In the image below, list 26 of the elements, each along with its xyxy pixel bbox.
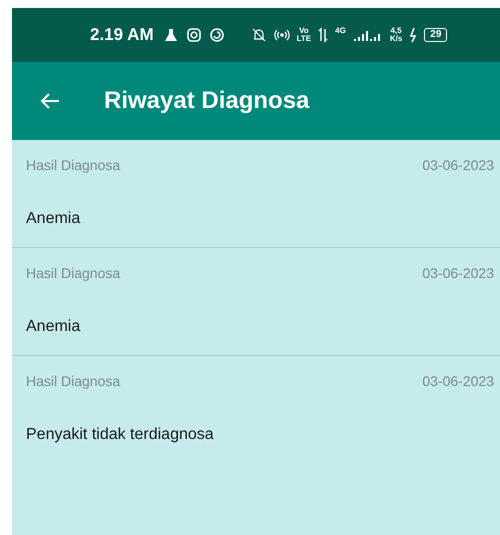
item-label: Hasil Diagnosa — [26, 373, 120, 389]
charging-icon — [409, 27, 418, 43]
back-icon[interactable] — [40, 92, 60, 110]
history-item[interactable]: Hasil Diagnosa 03-06-2023 Anemia — [12, 140, 500, 248]
diagnosis-result: Penyakit tidak terdiagnosa — [26, 426, 215, 444]
network-type: 4G — [335, 27, 346, 37]
data-arrows-icon — [318, 27, 328, 43]
item-date: 03-06-2023 — [422, 157, 494, 173]
hotspot-icon — [274, 27, 290, 43]
diagnosis-result: Anemia — [26, 318, 82, 336]
bell-off-icon — [250, 27, 267, 43]
network-speed: 4,5 K/s — [390, 27, 402, 43]
item-date: 03-06-2023 — [422, 373, 494, 389]
item-label: Hasil Diagnosa — [26, 157, 120, 173]
battery-level: 29 — [424, 28, 448, 42]
status-time: 2.19 AM — [90, 25, 154, 45]
history-item[interactable]: Hasil Diagnosa 03-06-2023 Anemia — [12, 248, 500, 356]
camera-icon — [186, 27, 202, 43]
item-date: 03-06-2023 — [422, 265, 494, 281]
flask-icon — [162, 27, 179, 43]
diagnosis-result: Anemia — [26, 210, 82, 228]
history-item[interactable]: Hasil Diagnosa 03-06-2023 Penyakit tidak terdiagnosa — [12, 356, 500, 463]
volte-indicator: Vo LTE — [296, 27, 312, 43]
item-label: Hasil Diagnosa — [26, 265, 120, 281]
circle-icon — [208, 27, 225, 43]
app-bar-title: Riwayat Diagnosa — [104, 87, 310, 115]
